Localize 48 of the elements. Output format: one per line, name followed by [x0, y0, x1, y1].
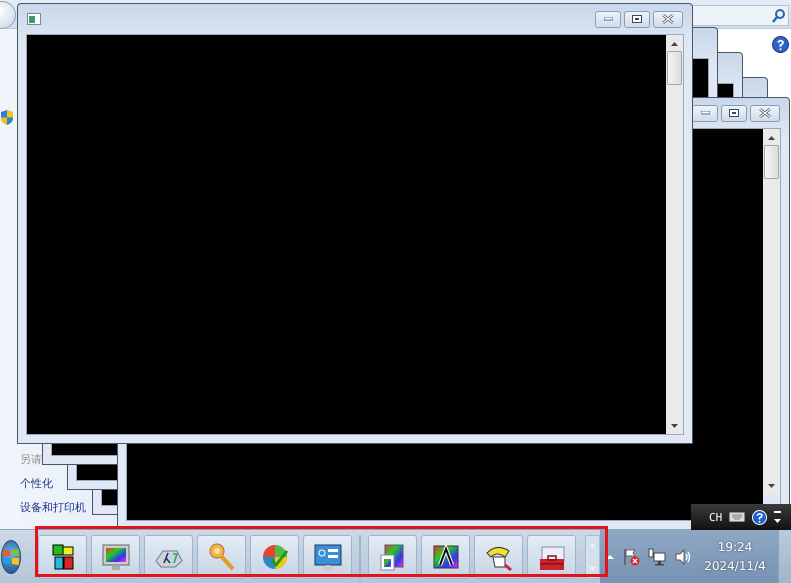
clock-date: 2024/11/4 [704, 558, 766, 574]
close-icon [662, 14, 674, 24]
scrollbar-thumb[interactable] [764, 145, 779, 179]
taskbar-button[interactable] [368, 534, 417, 578]
maximize-button[interactable] [721, 104, 747, 122]
minimize-icon [604, 17, 612, 21]
taskbar-button[interactable] [421, 534, 470, 578]
scrollbar-thumb[interactable] [667, 51, 682, 85]
flag-error-icon[interactable] [622, 548, 640, 566]
scroll-up-arrow-icon[interactable] [768, 134, 775, 142]
search-field[interactable] [690, 5, 789, 26]
volume-icon[interactable] [674, 548, 692, 566]
network-icon[interactable] [648, 548, 666, 566]
scroll-down-arrow-icon[interactable] [671, 422, 678, 430]
minimize-icon [700, 111, 710, 115]
taskbar-button[interactable] [527, 534, 576, 578]
close-button[interactable] [653, 10, 683, 28]
close-button[interactable] [750, 104, 780, 122]
maximize-icon [729, 109, 739, 117]
caret-up-icon [589, 542, 596, 548]
sidebar-link[interactable]: 个性化 [20, 475, 53, 493]
maximize-button[interactable] [624, 10, 650, 28]
sidebar-link[interactable]: 设备和打印机 [20, 499, 86, 517]
start-button[interactable] [1, 540, 21, 574]
search-icon[interactable] [772, 9, 785, 23]
scroll-up-arrow-icon[interactable] [671, 40, 678, 48]
taskbar-button[interactable] [474, 534, 523, 578]
close-icon [759, 108, 771, 118]
caret-down-icon [589, 566, 596, 572]
windows-logo-icon [2, 548, 20, 566]
scroll-buttons[interactable] [585, 534, 600, 578]
options-arrow-icon[interactable] [774, 510, 782, 524]
scrollbar[interactable] [666, 35, 683, 434]
taskbar-button[interactable] [38, 534, 87, 578]
show-hidden-icons-arrow[interactable] [606, 554, 614, 560]
maximize-icon [632, 15, 642, 23]
minimize-button[interactable] [692, 104, 718, 122]
taskbar-button[interactable] [303, 534, 352, 578]
minimize-button[interactable] [595, 10, 621, 28]
console-icon [27, 13, 41, 25]
help-icon[interactable] [772, 36, 789, 53]
section-heading: 另请 [20, 452, 42, 468]
language-indicator[interactable]: CH [709, 510, 722, 524]
keyboard-icon[interactable] [729, 512, 746, 522]
scroll-down-arrow-icon[interactable] [768, 482, 775, 490]
scrollbar[interactable] [763, 129, 780, 494]
shield-icon [0, 109, 14, 126]
clock-time: 19:24 [718, 538, 752, 556]
